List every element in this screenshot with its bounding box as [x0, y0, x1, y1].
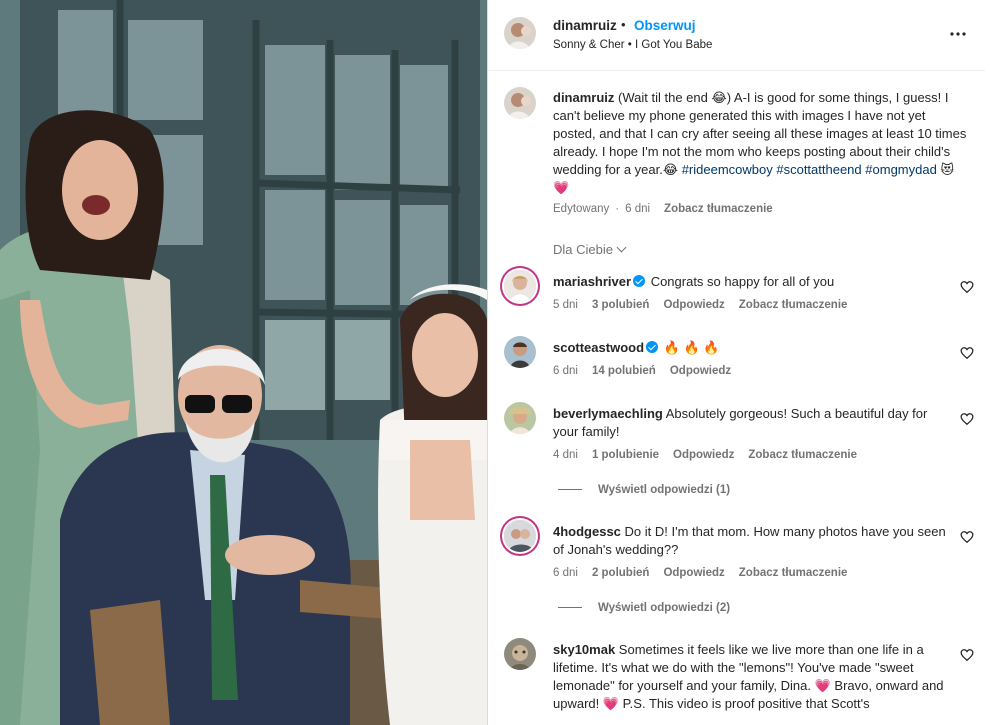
comment-username[interactable]: mariashriver: [553, 274, 631, 289]
comment-text: 4hodgessc Do it D! I'm that mom. How man…: [553, 523, 948, 559]
comment-username[interactable]: beverlymaechling: [553, 406, 663, 421]
comment-avatar[interactable]: [504, 638, 536, 670]
like-heart-icon[interactable]: [960, 530, 974, 544]
comment-text: beverlymaechling Absolutely gorgeous! Su…: [553, 405, 948, 441]
comment-username[interactable]: sky10mak: [553, 642, 615, 657]
comment-meta: 6 dni 14 polubień Odpowiedz: [553, 365, 745, 377]
more-horizontal-icon: [950, 32, 966, 36]
caption-emoji-1: 😂: [711, 90, 727, 105]
author-avatar[interactable]: [504, 17, 536, 49]
post-photo: [0, 0, 487, 725]
comment-meta: 6 dni 2 polubień Odpowiedz Zobacz tłumaczen…: [553, 567, 861, 579]
post-media[interactable]: [0, 0, 487, 725]
verified-badge-icon: [633, 275, 646, 287]
comment-body-3: P.S. This video is proof positive that S…: [619, 696, 870, 711]
comment-meta: 4 dni 1 polubienie Odpowiedz Zobacz tłumacz…: [553, 449, 871, 461]
comment-emoji-2: 💗: [602, 696, 620, 711]
view-replies-label: Wyświetl odpowiedzi (2): [598, 602, 731, 614]
comment-meta: 5 dni 3 polubień Odpowiedz Zobacz tłumaczen…: [553, 299, 861, 311]
caption-translate-link[interactable]: Zobacz tłumaczenie: [664, 203, 773, 215]
comment-avatar[interactable]: [504, 520, 536, 552]
post-panel: dinamruiz • Obserwuj Sonny & Cher • I Go…: [487, 0, 988, 725]
translate-link[interactable]: Zobacz tłumaczenie: [739, 299, 848, 311]
comment-text: scotteastwood 🔥 🔥 🔥: [553, 339, 948, 357]
caption-author-avatar[interactable]: [504, 87, 536, 119]
caption-emoji-4: 💗: [553, 180, 570, 195]
hashtag-scottattheend[interactable]: #scottattheend: [776, 162, 861, 177]
caption-username[interactable]: dinamruiz: [553, 90, 614, 105]
view-replies-label: Wyświetl odpowiedzi (1): [598, 484, 731, 496]
reply-button[interactable]: Odpowiedz: [673, 449, 734, 461]
like-heart-icon[interactable]: [960, 280, 974, 294]
comment-age: 6 dni: [553, 567, 578, 579]
comment-avatar[interactable]: [504, 402, 536, 434]
comment-avatar[interactable]: [504, 336, 536, 368]
edited-label: Edytowany: [553, 203, 610, 215]
like-heart-icon[interactable]: [960, 346, 974, 360]
comment-likes[interactable]: 2 polubień: [592, 567, 650, 579]
caption-emoji-2: 😂: [662, 162, 679, 177]
caption-emoji-3: 😻: [940, 162, 955, 177]
comment-text: sky10mak Sometimes it feels like we live…: [553, 641, 948, 713]
comment-username[interactable]: 4hodgessc: [553, 524, 621, 539]
comment-avatar[interactable]: [504, 270, 536, 302]
comment-text: mariashriver Congrats so happy for all o…: [553, 273, 948, 291]
more-options-button[interactable]: [946, 22, 970, 46]
caption-text-1: (Wait til the end: [618, 90, 712, 105]
replies-divider: [558, 489, 582, 491]
like-heart-icon[interactable]: [960, 412, 974, 426]
comment-sort-dropdown[interactable]: Dla Ciebie: [553, 242, 627, 257]
caption-meta: Edytowany · 6 dni Zobacz tłumaczenie: [553, 203, 779, 215]
comment-likes[interactable]: 1 polubienie: [592, 449, 659, 461]
comment-likes[interactable]: 14 polubień: [592, 365, 656, 377]
post-header: dinamruiz • Obserwuj Sonny & Cher • I Go…: [488, 0, 988, 71]
reply-button[interactable]: Odpowiedz: [663, 299, 724, 311]
comment-emoji-1: 💗: [814, 678, 831, 693]
comment-age: 6 dni: [553, 365, 578, 377]
follow-button[interactable]: Obserwuj: [634, 18, 696, 33]
view-replies-button[interactable]: Wyświetl odpowiedzi (2): [558, 602, 730, 614]
view-replies-button[interactable]: Wyświetl odpowiedzi (1): [558, 484, 730, 496]
hashtag-omgmydad[interactable]: #omgmydad: [865, 162, 937, 177]
comment-username[interactable]: scotteastwood: [553, 340, 644, 355]
comment-age: 4 dni: [553, 449, 578, 461]
audio-track-link[interactable]: Sonny & Cher • I Got You Babe: [553, 39, 712, 51]
translate-link[interactable]: Zobacz tłumaczenie: [739, 567, 848, 579]
meta-separator: ·: [615, 203, 620, 215]
comment-body: Congrats so happy for all of you: [650, 274, 835, 289]
reply-button[interactable]: Odpowiedz: [663, 567, 724, 579]
comment-sort-label: Dla Ciebie: [553, 242, 613, 257]
comment-age: 5 dni: [553, 299, 578, 311]
hashtag-rideemcowboy[interactable]: #rideemcowboy: [682, 162, 773, 177]
caption-age: 6 dni: [625, 203, 651, 215]
like-heart-icon[interactable]: [960, 648, 974, 662]
verified-badge-icon: [646, 341, 659, 353]
separator-dot: •: [621, 17, 626, 32]
comment-body: 🔥 🔥 🔥: [663, 340, 720, 355]
author-username[interactable]: dinamruiz: [553, 18, 617, 33]
translate-link[interactable]: Zobacz tłumaczenie: [748, 449, 857, 461]
replies-divider: [558, 607, 582, 609]
comments-scrollbar[interactable]: [985, 0, 988, 725]
comment-likes[interactable]: 3 polubień: [592, 299, 650, 311]
post-caption: dinamruiz (Wait til the end 😂) A-I is go…: [553, 89, 968, 197]
chevron-down-icon: [616, 242, 627, 253]
reply-button[interactable]: Odpowiedz: [670, 365, 731, 377]
